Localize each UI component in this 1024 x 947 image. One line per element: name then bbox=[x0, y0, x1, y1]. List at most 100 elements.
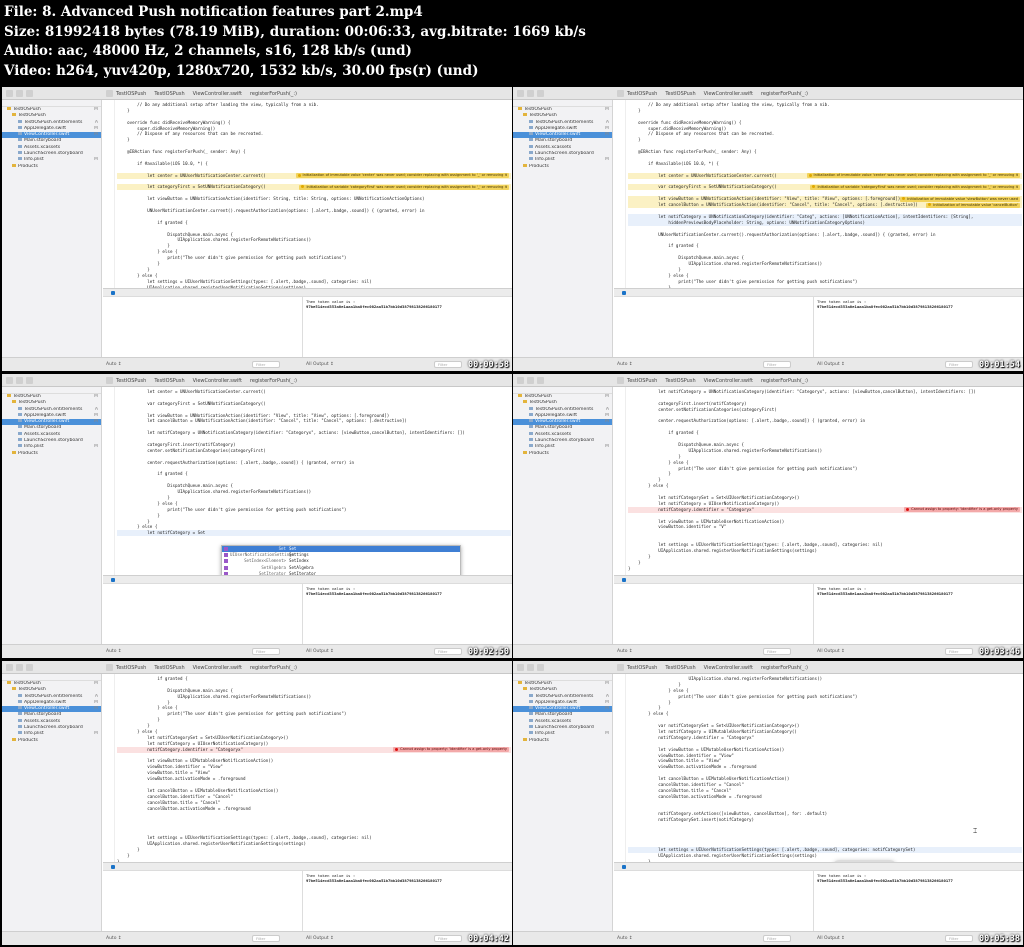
back-arrow-icon[interactable] bbox=[106, 664, 113, 671]
jump-bar-item[interactable]: TestIOSPush bbox=[665, 665, 695, 671]
jump-bar-item[interactable]: TestIOSPush bbox=[154, 378, 184, 384]
jump-bar-item[interactable]: TestIOSPush bbox=[116, 665, 146, 671]
jump-bar-item[interactable]: TestIOSPush bbox=[665, 378, 695, 384]
error-annotation[interactable]: Cannot assign to property: 'identifier' … bbox=[904, 507, 1020, 513]
debug-area-toggle-icon[interactable] bbox=[622, 291, 626, 295]
variables-filter-input[interactable]: Filter bbox=[252, 935, 280, 942]
warning-annotation[interactable]: Initialization of immutable value 'viewB… bbox=[900, 196, 1020, 202]
navigator-tabs[interactable] bbox=[2, 387, 101, 394]
jump-bar-item[interactable]: TestIOSPush bbox=[154, 665, 184, 671]
variables-filter-input[interactable]: Filter bbox=[763, 935, 791, 942]
warning-annotation[interactable]: Initialization of immutable value 'cance… bbox=[926, 202, 1020, 208]
sidebar-toggle-icon[interactable] bbox=[6, 377, 13, 384]
variables-scope-select[interactable]: Auto ↕ bbox=[617, 649, 633, 654]
navigator-item[interactable]: Products bbox=[513, 163, 612, 170]
stop-icon[interactable] bbox=[537, 90, 544, 97]
variables-scope-select[interactable]: Auto ↕ bbox=[106, 936, 122, 941]
play-icon[interactable] bbox=[16, 377, 23, 384]
sidebar-toggle-icon[interactable] bbox=[517, 377, 524, 384]
source-editor[interactable]: 18 // Do any additional setup after load… bbox=[614, 100, 1023, 288]
play-icon[interactable] bbox=[16, 664, 23, 671]
sidebar-toggle-icon[interactable] bbox=[517, 90, 524, 97]
console-output-select[interactable]: All Output ↕ bbox=[306, 362, 334, 367]
console-output-select[interactable]: All Output ↕ bbox=[306, 649, 334, 654]
stop-icon[interactable] bbox=[26, 664, 33, 671]
jump-bar-item[interactable]: TestIOSPush bbox=[154, 91, 184, 97]
play-icon[interactable] bbox=[16, 90, 23, 97]
warning-annotation[interactable]: Initialization of immutable value 'cente… bbox=[295, 173, 509, 179]
jump-bar-item[interactable]: TestIOSPush bbox=[627, 378, 657, 384]
console-filter-input[interactable]: Filter bbox=[945, 648, 973, 655]
source-editor[interactable]: 44 UIApplication.shared.registerForRemot… bbox=[614, 674, 1023, 862]
variables-scope-select[interactable]: Auto ↕ bbox=[617, 936, 633, 941]
source-editor[interactable]: 18 // Do any additional setup after load… bbox=[103, 100, 512, 288]
jump-bar-item[interactable]: ViewController.swift bbox=[704, 665, 753, 671]
console-output-select[interactable]: All Output ↕ bbox=[817, 936, 845, 941]
navigator-item[interactable]: Products bbox=[513, 737, 612, 744]
autocomplete-popup[interactable]: Set Set UIUserNotificationSettingsSettings… bbox=[221, 545, 461, 575]
navigator-tabs[interactable] bbox=[513, 674, 612, 681]
debug-area-toggle-icon[interactable] bbox=[111, 578, 115, 582]
back-arrow-icon[interactable] bbox=[106, 377, 113, 384]
jump-bar-item[interactable]: TestIOSPush bbox=[627, 91, 657, 97]
error-annotation[interactable]: Cannot assign to property: 'identifier' … bbox=[393, 747, 509, 753]
stop-icon[interactable] bbox=[26, 90, 33, 97]
back-arrow-icon[interactable] bbox=[617, 90, 624, 97]
source-editor[interactable]: 34 let notifCategory = UNNotificationCat… bbox=[614, 387, 1023, 575]
warning-annotation[interactable]: Initialization of variable 'categoryFirs… bbox=[810, 184, 1020, 190]
navigator-tabs[interactable] bbox=[513, 387, 612, 394]
navigator-item[interactable]: Products bbox=[513, 450, 612, 457]
source-editor[interactable]: 41 if granted {4243 DispatchQueue.main.a… bbox=[103, 674, 512, 862]
variables-filter-input[interactable]: Filter bbox=[252, 648, 280, 655]
console-output-select[interactable]: All Output ↕ bbox=[817, 649, 845, 654]
navigator-tabs[interactable] bbox=[513, 100, 612, 107]
sidebar-toggle-icon[interactable] bbox=[6, 90, 13, 97]
navigator-item[interactable]: Products bbox=[2, 163, 101, 170]
debug-area-toggle-icon[interactable] bbox=[111, 865, 115, 869]
debug-area-toggle-icon[interactable] bbox=[622, 578, 626, 582]
variables-scope-select[interactable]: Auto ↕ bbox=[106, 649, 122, 654]
sidebar-toggle-icon[interactable] bbox=[6, 664, 13, 671]
jump-bar-item[interactable]: TestIOSPush bbox=[627, 665, 657, 671]
sidebar-toggle-icon[interactable] bbox=[517, 664, 524, 671]
jump-bar-item[interactable]: registerForPush(_:) bbox=[761, 91, 808, 97]
navigator-tabs[interactable] bbox=[2, 100, 101, 107]
variables-filter-input[interactable]: Filter bbox=[252, 361, 280, 368]
source-editor[interactable]: 28 let center = UNUserNotificationCenter… bbox=[103, 387, 512, 575]
warning-annotation[interactable]: Initialization of variable 'categoryFirs… bbox=[299, 184, 509, 190]
stop-icon[interactable] bbox=[537, 664, 544, 671]
jump-bar-item[interactable]: TestIOSPush bbox=[116, 91, 146, 97]
console-filter-input[interactable]: Filter bbox=[434, 935, 462, 942]
jump-bar-item[interactable]: ViewController.swift bbox=[193, 665, 242, 671]
navigator-item[interactable]: Products bbox=[2, 450, 101, 457]
jump-bar-item[interactable]: registerForPush(_:) bbox=[250, 91, 297, 97]
play-icon[interactable] bbox=[527, 90, 534, 97]
play-icon[interactable] bbox=[527, 377, 534, 384]
jump-bar-item[interactable]: ViewController.swift bbox=[704, 378, 753, 384]
variables-filter-input[interactable]: Filter bbox=[763, 361, 791, 368]
jump-bar-item[interactable]: ViewController.swift bbox=[193, 378, 242, 384]
console-filter-input[interactable]: Filter bbox=[945, 361, 973, 368]
navigator-tabs[interactable] bbox=[2, 674, 101, 681]
console-filter-input[interactable]: Filter bbox=[434, 361, 462, 368]
debug-area-toggle-icon[interactable] bbox=[622, 865, 626, 869]
stop-icon[interactable] bbox=[537, 377, 544, 384]
console-output-select[interactable]: All Output ↕ bbox=[817, 362, 845, 367]
stop-icon[interactable] bbox=[26, 377, 33, 384]
back-arrow-icon[interactable] bbox=[617, 377, 624, 384]
jump-bar-item[interactable]: registerForPush(_:) bbox=[761, 378, 808, 384]
back-arrow-icon[interactable] bbox=[106, 90, 113, 97]
variables-scope-select[interactable]: Auto ↕ bbox=[617, 362, 633, 367]
variables-scope-select[interactable]: Auto ↕ bbox=[106, 362, 122, 367]
warning-annotation[interactable]: Initialization of immutable value 'cente… bbox=[806, 173, 1020, 179]
console-output-select[interactable]: All Output ↕ bbox=[306, 936, 334, 941]
console-filter-input[interactable]: Filter bbox=[434, 648, 462, 655]
jump-bar-item[interactable]: registerForPush(_:) bbox=[250, 378, 297, 384]
debug-area-toggle-icon[interactable] bbox=[111, 291, 115, 295]
jump-bar-item[interactable]: ViewController.swift bbox=[704, 91, 753, 97]
back-arrow-icon[interactable] bbox=[617, 664, 624, 671]
play-icon[interactable] bbox=[527, 664, 534, 671]
jump-bar-item[interactable]: TestIOSPush bbox=[665, 91, 695, 97]
navigator-item[interactable]: Products bbox=[2, 737, 101, 744]
jump-bar-item[interactable]: ViewController.swift bbox=[193, 91, 242, 97]
